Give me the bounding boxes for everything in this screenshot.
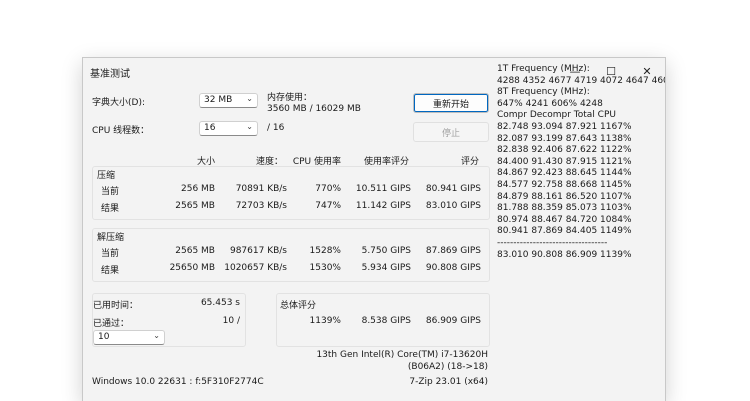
log-line: 82.748 93.094 87.921 1167% [497,121,632,132]
benchmark-log: 1T Frequency (MHz): 4288 4352 4677 4719 … [497,64,666,261]
dict-size-select[interactable]: 32 MB ⌄ [199,93,258,108]
log-line: 84.400 91.430 87.915 1121% [497,156,632,167]
total-usage-rating: 8.538 GIPS [361,316,411,326]
stop-button[interactable]: 停止 [413,122,489,142]
log-line: 1T Frequency (MHz): [497,64,590,74]
restart-button[interactable]: 重新开始 [413,93,489,113]
log-line: 4288 4352 4677 4719 4072 4647 4609 [497,75,666,86]
compress-result-label: 结果 [101,204,120,214]
decompress-result-usage: 5.934 GIPS [361,263,411,273]
cpu-threads-total: / 16 [267,123,285,133]
compress-current-usage: 10.511 GIPS [355,184,411,194]
compress-result-usage: 11.142 GIPS [355,201,411,211]
total-cpu: 1139% [309,316,341,326]
benchmark-window: 基准测试 — ☐ ✕ 字典大小(D): 32 MB ⌄ 内存使用： 3560 M… [82,57,666,401]
decompress-current-cpu: 1528% [309,246,341,256]
elapsed-time-value: 65.453 s [200,298,240,308]
passes-value: 10 / [222,316,240,326]
cpu-id: (B06A2) (18->18) [407,362,488,372]
total-rating: 86.909 GIPS [425,316,481,326]
chevron-down-icon: ⌄ [153,331,160,340]
passes-label: 已通过： [93,319,130,329]
dict-size-label: 字典大小(D): [92,98,145,108]
memory-usage-value: 3560 MB / 16029 MB [267,104,361,114]
log-line: Compr Decompr Total CPU [497,110,616,121]
log-line: 82.087 93.199 87.643 1138% [497,133,632,144]
compress-current-size: 256 MB [181,184,215,194]
log-line: 84.879 88.161 86.520 1107% [497,191,632,202]
log-line: 80.941 87.869 84.405 1149% [497,226,632,237]
cpu-threads-value: 16 [204,123,216,133]
compress-result-size: 2565 MB [175,201,215,211]
decompress-result-size: 25650 MB [169,263,215,273]
compress-title: 压缩 [97,171,116,181]
compress-current-speed: 70891 KB/s [235,184,287,194]
window-title: 基准测试 [90,69,130,80]
compress-result-speed: 72703 KB/s [235,201,287,211]
decompress-current-usage: 5.750 GIPS [361,246,411,256]
log-line: 83.010 90.808 86.909 1139% [497,249,632,260]
decompress-result-rating: 90.808 GIPS [425,263,481,273]
log-line: 8T Frequency (MHz): [497,87,590,98]
log-line: 647% 4241 606% 4248 [497,98,603,109]
total-rating-label: 总体评分 [280,301,317,311]
cpu-model: 13th Gen Intel(R) Core(TM) i7-13620H [316,350,488,360]
zip-version: 7-Zip 23.01 (x64) [409,377,488,387]
decompress-result-label: 结果 [101,266,120,276]
log-line: 82.838 92.406 87.622 1122% [497,145,632,156]
log-line: 80.974 88.467 84.720 1084% [497,214,632,225]
decompress-current-speed: 987617 KB/s [229,246,287,256]
cpu-threads-label: CPU 线程数： [92,126,150,136]
log-line: 84.577 92.758 88.668 1145% [497,179,632,190]
decompress-result-speed: 1020657 KB/s [224,263,287,273]
compress-current-cpu: 770% [315,184,341,194]
cpu-threads-select[interactable]: 16 ⌄ [199,121,258,136]
os-info: Windows 10.0 22631 : f:5F310F2774C [92,377,264,387]
log-separator: ---------------------------------- [497,237,608,248]
compress-result-cpu: 747% [315,201,341,211]
decompress-current-rating: 87.869 GIPS [425,246,481,256]
chevron-down-icon: ⌄ [246,122,253,131]
compress-current-rating: 80.941 GIPS [425,184,481,194]
chevron-down-icon: ⌄ [246,94,253,103]
decompress-title: 解压缩 [97,233,125,243]
elapsed-time-label: 已用时间： [93,301,139,311]
compress-current-label: 当前 [101,187,120,197]
memory-usage-label: 内存使用： [267,93,313,103]
passes-select[interactable]: 10 ⌄ [93,330,165,345]
decompress-result-cpu: 1530% [309,263,341,273]
log-line: 84.867 92.423 88.645 1144% [497,168,632,179]
compress-result-rating: 83.010 GIPS [425,201,481,211]
dict-size-value: 32 MB [204,95,233,105]
decompress-current-label: 当前 [101,249,120,259]
passes-select-value: 10 [98,332,110,342]
decompress-current-size: 2565 MB [175,246,215,256]
log-line: 81.788 88.359 85.073 1103% [497,203,632,214]
